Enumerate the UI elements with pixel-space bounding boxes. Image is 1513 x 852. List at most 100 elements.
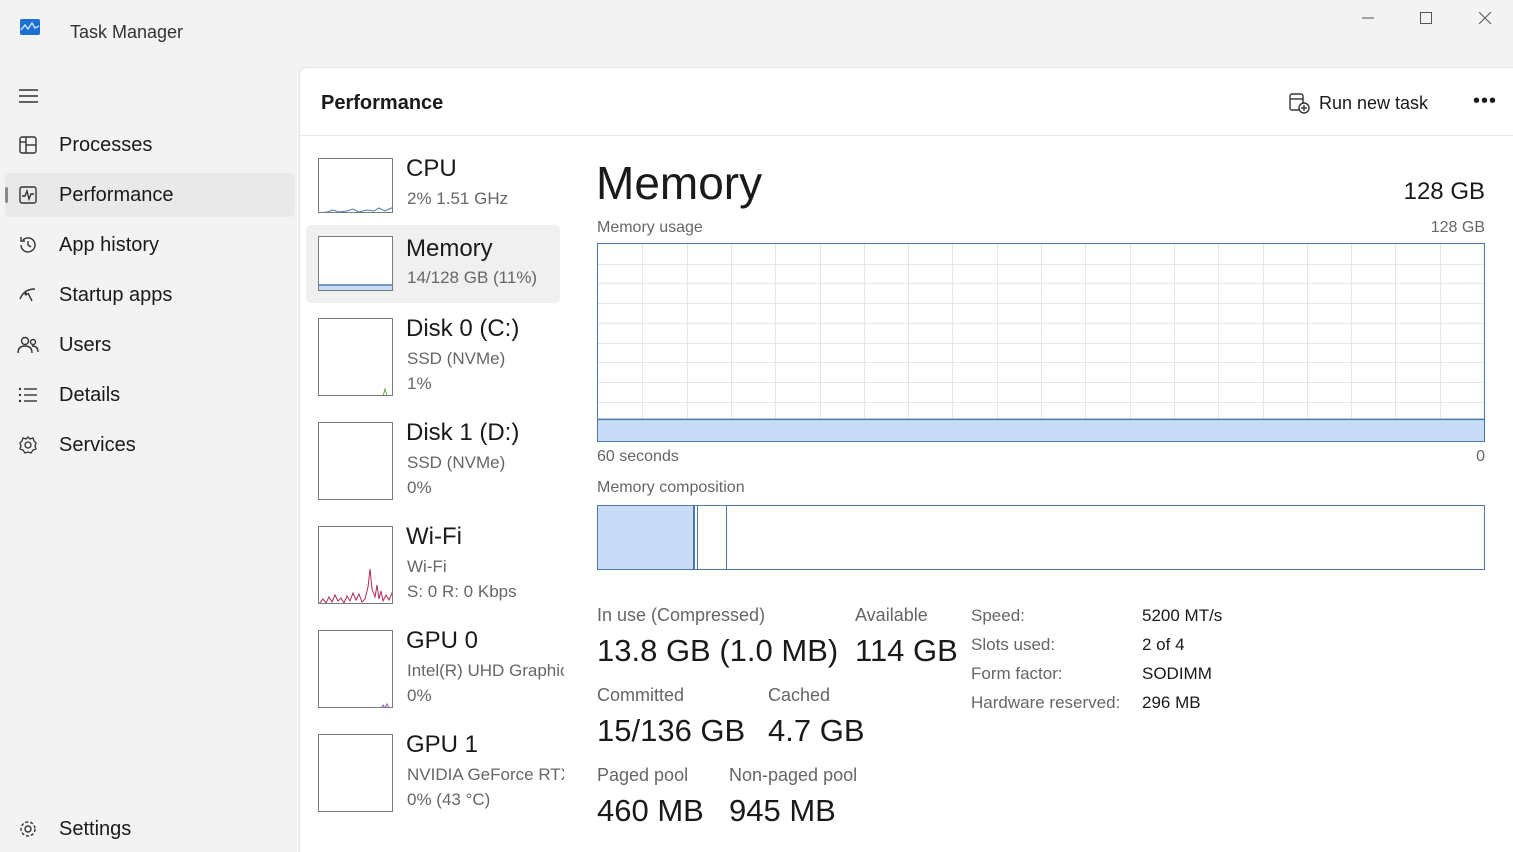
paged-pool-label: Paged pool	[597, 765, 689, 785]
spec-slots-label: Slots used:	[971, 635, 1056, 654]
gear-icon	[17, 818, 39, 840]
device-name: CPU	[406, 155, 457, 182]
sidebar-nav: Processes Performance App history Startu…	[5, 123, 295, 473]
minimize-icon	[1362, 17, 1374, 19]
device-subtitle: Wi-Fi	[407, 557, 447, 576]
sidebar-item-label: Users	[59, 333, 112, 356]
more-icon: •••	[1472, 89, 1497, 112]
device-usage: 0% (43 °C)	[407, 790, 491, 809]
device-name: GPU 0	[406, 627, 479, 654]
window-title: Task Manager	[70, 22, 184, 42]
committed-value: 15/136 GB	[597, 713, 746, 748]
wifi-thumbnail-graph	[318, 526, 393, 604]
minimize-button[interactable]	[1345, 4, 1391, 32]
disk-0-thumbnail-graph	[318, 318, 393, 396]
device-usage: 0%	[407, 686, 432, 705]
gpu-0-thumbnail-graph	[318, 630, 393, 708]
close-button[interactable]	[1462, 4, 1508, 32]
users-icon	[17, 334, 39, 356]
time-axis-left-label: 60 seconds	[597, 448, 679, 465]
gpu-1-thumbnail-graph	[318, 734, 393, 812]
device-name: GPU 1	[406, 731, 479, 758]
sidebar-item-label: Startup apps	[59, 283, 173, 306]
more-options-button[interactable]: •••	[1470, 90, 1500, 112]
in-use-value: 13.8 GB (1.0 MB)	[597, 633, 839, 668]
spec-form-factor-value: SODIMM	[1142, 664, 1212, 683]
device-name: Disk 1 (D:)	[406, 419, 520, 446]
device-subtitle: 14/128 GB (11%)	[407, 268, 538, 287]
maximize-button[interactable]	[1403, 4, 1449, 32]
device-name: Wi-Fi	[406, 523, 462, 550]
device-subtitle: Intel(R) UHD Graphics	[407, 661, 564, 680]
spec-form-factor-label: Form factor:	[971, 664, 1063, 683]
sidebar-item-services[interactable]: Services	[5, 423, 295, 467]
non-paged-pool-label: Non-paged pool	[729, 765, 858, 785]
settings-label: Settings	[59, 817, 132, 840]
spec-hardware-reserved-label: Hardware reserved:	[971, 693, 1121, 712]
sidebar-item-label: Performance	[59, 183, 174, 206]
device-item-gpu-0[interactable]: GPU 0 Intel(R) UHD Graphics 0%	[306, 627, 564, 708]
run-new-task-label: Run new task	[1319, 92, 1429, 113]
device-usage: 1%	[407, 374, 432, 393]
device-item-wifi[interactable]: Wi-Fi Wi-Fi S: 0 R: 0 Kbps	[306, 523, 560, 604]
spec-slots-value: 2 of 4	[1142, 635, 1185, 654]
sidebar-item-app-history[interactable]: App history	[5, 223, 295, 267]
device-item-disk-1[interactable]: Disk 1 (D:) SSD (NVMe) 0%	[306, 419, 560, 500]
device-subtitle: SSD (NVMe)	[407, 453, 506, 472]
device-item-memory[interactable]: Memory 14/128 GB (11%)	[306, 225, 560, 303]
memory-usage-graph	[597, 243, 1485, 442]
device-subtitle: 2% 1.51 GHz	[407, 189, 509, 208]
sidebar-item-label: Processes	[59, 133, 153, 156]
device-subtitle: NVIDIA GeForce RTX	[407, 765, 564, 784]
spec-hardware-reserved-value: 296 MB	[1142, 693, 1201, 712]
memory-usage-chart	[598, 244, 1484, 441]
run-new-task-button[interactable]: Run new task	[1288, 89, 1428, 117]
startup-icon	[17, 284, 39, 306]
spec-speed-value: 5200 MT/s	[1142, 606, 1223, 625]
sidebar-item-label: App history	[59, 233, 160, 256]
memory-usage-label: Memory usage	[597, 219, 703, 236]
device-subtitle: SSD (NVMe)	[407, 349, 506, 368]
composition-standby-segment	[697, 506, 727, 569]
device-item-cpu[interactable]: CPU 2% 1.51 GHz	[306, 155, 560, 233]
page-title: Performance	[321, 92, 444, 114]
memory-composition-label: Memory composition	[597, 479, 745, 496]
maximize-icon	[1420, 12, 1432, 24]
hamburger-icon	[19, 89, 38, 103]
memory-usage-max: 128 GB	[1430, 219, 1485, 236]
details-icon	[17, 384, 39, 406]
cached-label: Cached	[768, 685, 831, 705]
paged-pool-value: 460 MB	[597, 793, 704, 828]
device-item-gpu-1[interactable]: GPU 1 NVIDIA GeForce RTX 0% (43 °C)	[306, 731, 564, 812]
memory-composition-bar	[597, 505, 1485, 570]
close-icon	[1479, 12, 1491, 24]
sidebar-item-details[interactable]: Details	[5, 373, 295, 417]
cpu-thumbnail-graph	[318, 158, 393, 213]
device-name: Disk 0 (C:)	[406, 315, 520, 342]
menu-toggle-button[interactable]	[17, 85, 41, 107]
sidebar-item-processes[interactable]: Processes	[5, 123, 295, 167]
available-value: 114 GB	[855, 633, 958, 668]
sidebar-item-users[interactable]: Users	[5, 323, 295, 367]
device-usage: 0%	[407, 478, 432, 497]
sidebar-item-startup-apps[interactable]: Startup apps	[5, 273, 295, 317]
memory-thumbnail-graph	[318, 236, 393, 291]
task-manager-app-icon	[20, 19, 40, 35]
memory-usage-area	[598, 419, 1484, 441]
non-paged-pool-value: 945 MB	[729, 793, 836, 828]
sidebar-item-performance[interactable]: Performance	[5, 173, 295, 217]
time-axis-right-label: 0	[1476, 448, 1485, 465]
sidebar-item-settings[interactable]: Settings	[5, 807, 295, 851]
performance-icon	[17, 184, 39, 206]
sidebar-item-label: Services	[59, 433, 136, 456]
device-item-disk-0[interactable]: Disk 0 (C:) SSD (NVMe) 1%	[306, 315, 560, 396]
device-name: Memory	[406, 235, 493, 262]
composition-in-use-segment	[598, 506, 695, 569]
title-bar: Task Manager	[0, 0, 1513, 66]
device-usage: S: 0 R: 0 Kbps	[407, 582, 517, 601]
in-use-label: In use (Compressed)	[597, 605, 766, 625]
committed-label: Committed	[597, 685, 685, 705]
available-label: Available	[855, 605, 928, 625]
performance-panel: Performance Run new task ••• CPU 2% 1.51…	[299, 67, 1513, 852]
panel-header: Performance Run new task •••	[300, 68, 1513, 136]
